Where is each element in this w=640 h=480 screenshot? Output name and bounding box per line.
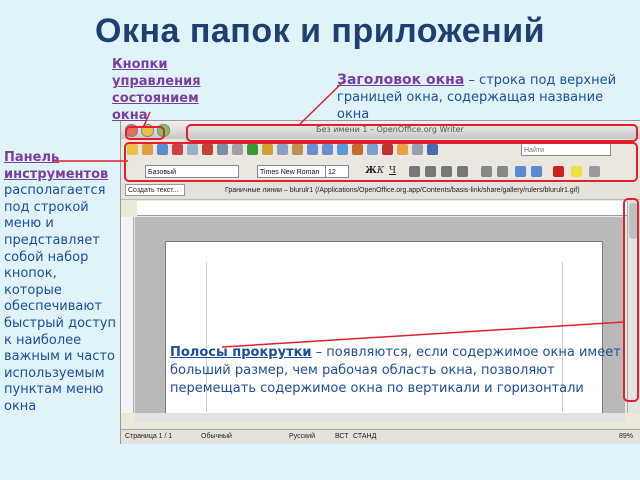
- note-scrollbars: Полосы прокрутки – появляются, если соде…: [170, 344, 632, 398]
- note-toolbar-text: располагается под строкой меню и предста…: [4, 183, 116, 414]
- note-scrollbars-head: Полосы прокрутки: [170, 345, 312, 360]
- note-toolbar-head: Панель инструментов: [4, 150, 109, 182]
- note-window-title-head: Заголовок окна: [337, 72, 465, 88]
- note-toolbar: Панель инструментов располагается под ст…: [4, 150, 118, 416]
- note-controls: Кнопки управления состоянием окна: [112, 57, 201, 123]
- note-window-title: Заголовок окна – строка под верхней гран…: [337, 72, 637, 123]
